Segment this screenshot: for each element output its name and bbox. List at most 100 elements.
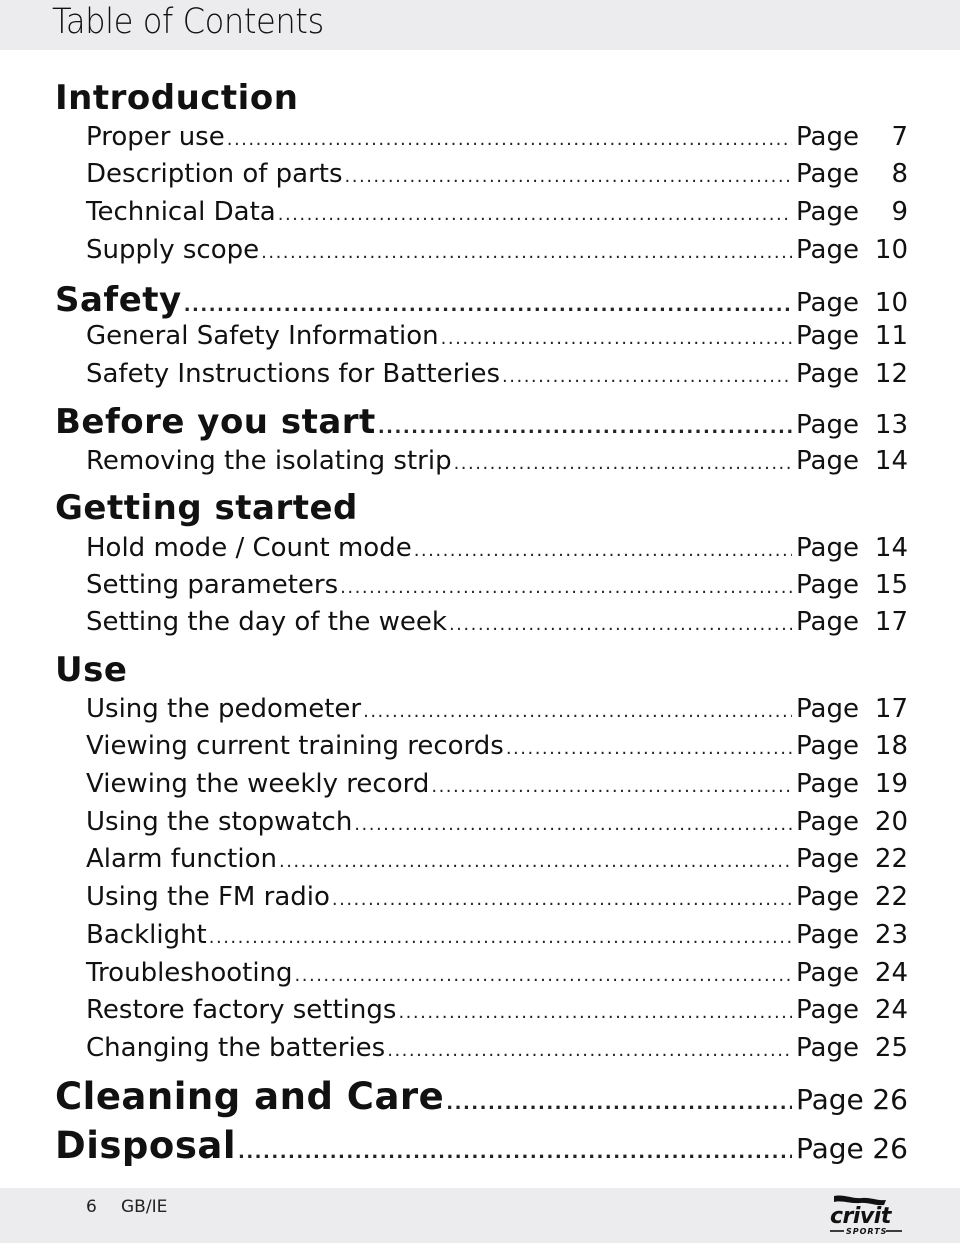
dot-leader [295,965,792,986]
toc-entry[interactable]: Using the FM radio Page 22 [0,882,960,912]
page-word: Page [796,694,859,724]
dot-leader [227,129,792,150]
page-word: Page [796,359,859,389]
page-number: 22 [874,844,908,874]
toc-entry[interactable]: Alarm function Page 22 [0,844,960,874]
toc-entry[interactable]: Hold mode / Count mode Page 14 [0,533,960,563]
page-word: Page [796,410,859,440]
page-reference: Page 12 [796,359,908,389]
toc-entry[interactable]: Changing the batteries Page 25 [0,1033,960,1063]
toc-entry-label: Proper use [86,122,225,152]
toc-entry-label: Hold mode / Count mode [86,533,412,563]
dot-leader [184,295,792,316]
toc-entry[interactable]: Safety Instructions for Batteries Page 12 [0,359,960,389]
dot-leader [209,927,792,948]
page-number: 19 [874,769,908,799]
page-word: Page [796,1083,864,1116]
toc-section-heading[interactable]: Before you start Page 13 [0,402,960,442]
page-word: Page [796,570,859,600]
page-word: Page [796,769,859,799]
footer-region-label: GB/IE [121,1197,168,1217]
page-reference: Page 23 [796,920,908,950]
toc-entry[interactable]: Setting the day of the week Page 17 [0,607,960,637]
dot-leader [261,242,792,263]
dot-leader [332,889,792,910]
toc-entry[interactable]: Restore factory settings Page 24 [0,995,960,1025]
toc-entry[interactable]: Description of parts Page 8 [0,159,960,189]
toc-entry[interactable]: Removing the isolating strip Page 14 [0,446,960,476]
toc-entry[interactable]: Supply scope Page 10 [0,235,960,265]
toc-entry-label: Viewing the weekly record [86,769,430,799]
toc-section-heading[interactable]: Safety Page 10 [0,280,960,320]
page-number: 17 [874,607,908,637]
page-number: 26 [872,1132,908,1165]
page-number: 7 [891,122,908,152]
page-reference: Page 18 [796,731,908,761]
page-reference: Page 25 [796,1033,908,1063]
toc-section-heading[interactable]: Disposal Page26 [0,1124,960,1167]
toc-entry[interactable]: Using the stopwatch Page 20 [0,807,960,837]
toc-entry-label: Removing the isolating strip [86,446,452,476]
toc-section-label: Getting started [55,488,358,528]
page-reference: Page 22 [796,882,908,912]
page-word: Page [796,288,859,318]
toc-section-heading[interactable]: Use [0,650,960,690]
page-number: 14 [874,446,908,476]
page-reference: Page 17 [796,607,908,637]
page-number: 26 [872,1083,908,1116]
page-word: Page [796,1033,859,1063]
page-number: 8 [891,159,908,189]
toc-entry[interactable]: Backlight Page 23 [0,920,960,950]
toc-entry-label: Changing the batteries [86,1033,386,1063]
page-number: 25 [874,1033,908,1063]
page-word: Page [796,321,859,351]
toc-entry[interactable]: Technical Data Page 9 [0,197,960,227]
toc-section-heading[interactable]: Introduction [0,78,960,118]
page-reference: Page 26 [796,1083,908,1116]
page-number: 13 [874,410,908,440]
toc-section-label: Introduction [55,78,299,118]
page-number: 24 [874,995,908,1025]
toc-entry[interactable]: Using the pedometer Page 17 [0,694,960,724]
page-word: Page [796,235,859,265]
page-word: Page [796,995,859,1025]
page-word: Page [796,122,859,152]
dot-leader [279,851,792,872]
toc-entry-label: Setting the day of the week [86,607,447,637]
dot-leader [449,614,792,635]
footer-page-number: 6 [86,1197,97,1217]
page-number: 11 [874,321,908,351]
toc-section-label: Cleaning and Care [55,1075,445,1118]
page-word: Page [796,844,859,874]
toc-entry-label: Using the pedometer [86,694,362,724]
toc-entry[interactable]: Troubleshooting Page 24 [0,958,960,988]
page-reference: Page 15 [796,570,908,600]
toc-entry[interactable]: Viewing current training records Page 18 [0,731,960,761]
page-word: Page [796,446,859,476]
page-number: 24 [874,958,908,988]
toc-section-heading[interactable]: Getting started [0,488,960,528]
dot-leader [354,814,792,835]
toc-section-label: Before you start [55,402,376,442]
toc-section-label: Use [55,650,128,690]
dot-leader [238,1142,792,1163]
page-reference: Page 26 [796,1132,908,1165]
page-number: 17 [874,694,908,724]
toc-entry-label: Using the stopwatch [86,807,353,837]
page-word: Page [796,958,859,988]
page-word: Page [796,807,859,837]
toc-entry[interactable]: Viewing the weekly record Page 19 [0,769,960,799]
dot-leader [363,701,792,722]
page-number: 9 [891,197,908,227]
page-number: 20 [874,807,908,837]
toc-entry[interactable]: General Safety Information Page 11 [0,321,960,351]
page-reference: Page 24 [796,958,908,988]
dot-leader [446,1093,792,1114]
toc-entry[interactable]: Setting parameters Page 15 [0,570,960,600]
page-word: Page [796,197,859,227]
toc-entry[interactable]: Proper use Page 7 [0,122,960,152]
page-title: Table of Contents [52,2,324,42]
page-reference: Page 14 [796,446,908,476]
dot-leader [345,166,792,187]
toc-section-heading[interactable]: Cleaning and Care Page26 [0,1075,960,1118]
